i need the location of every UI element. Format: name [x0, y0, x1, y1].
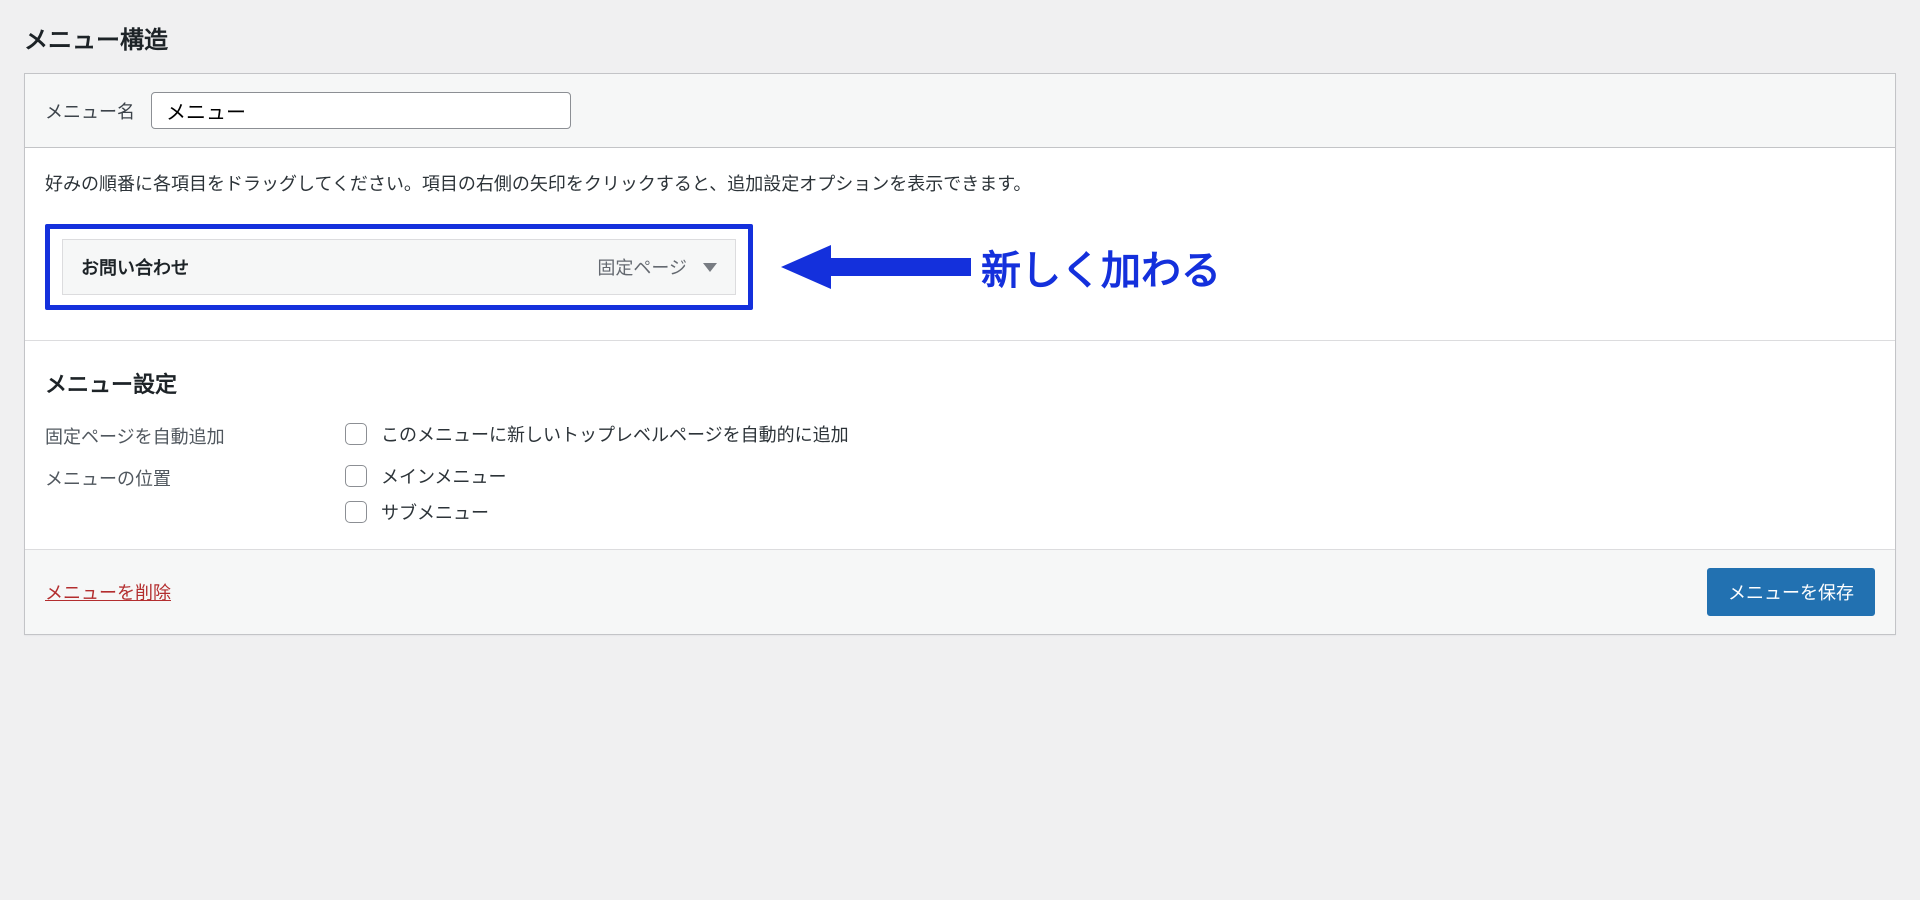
location-options: メインメニュー サブメニュー — [345, 463, 506, 525]
menu-settings-title: メニュー設定 — [45, 367, 1875, 399]
auto-add-checkbox-row[interactable]: このメニューに新しいトップレベルページを自動的に追加 — [345, 421, 849, 447]
menu-item-type-group: 固定ページ — [597, 254, 717, 280]
settings-row-auto-add: 固定ページを自動追加 このメニューに新しいトップレベルページを自動的に追加 — [45, 421, 1875, 449]
menu-name-label: メニュー名 — [45, 98, 135, 124]
location-option-sub[interactable]: サブメニュー — [345, 499, 506, 525]
chevron-down-icon[interactable] — [703, 263, 717, 272]
location-option-main[interactable]: メインメニュー — [345, 463, 506, 489]
location-label: メニューの位置 — [45, 463, 345, 491]
menu-structure-panel: メニュー名 好みの順番に各項目をドラッグしてください。項目の右側の矢印をクリック… — [24, 73, 1896, 635]
delete-menu-link[interactable]: メニューを削除 — [45, 579, 171, 605]
checkbox-icon[interactable] — [345, 501, 367, 523]
divider — [25, 340, 1895, 341]
save-menu-button[interactable]: メニューを保存 — [1707, 568, 1875, 616]
drag-instructions: 好みの順番に各項目をドラッグしてください。項目の右側の矢印をクリックすると、追加… — [45, 170, 1875, 196]
panel-footer: メニューを削除 メニューを保存 — [25, 549, 1895, 634]
panel-header: メニュー名 — [25, 74, 1895, 148]
location-option-sub-label: サブメニュー — [381, 499, 489, 525]
menu-name-input[interactable] — [151, 92, 571, 129]
menu-item-type-label: 固定ページ — [597, 254, 687, 280]
menu-item[interactable]: お問い合わせ 固定ページ — [62, 239, 736, 295]
annotation-arrow-group: 新しく加わる — [781, 238, 1221, 296]
menu-item-row: お問い合わせ 固定ページ 新しく加わる — [45, 224, 1875, 310]
annotation-text: 新しく加わる — [981, 238, 1221, 296]
auto-add-option-label: このメニューに新しいトップレベルページを自動的に追加 — [381, 421, 849, 447]
section-title: メニュー構造 — [24, 20, 1896, 55]
menu-item-title: お問い合わせ — [81, 254, 189, 280]
annotation-highlight-box: お問い合わせ 固定ページ — [45, 224, 753, 310]
location-option-main-label: メインメニュー — [381, 463, 506, 489]
settings-row-location: メニューの位置 メインメニュー サブメニュー — [45, 463, 1875, 525]
checkbox-icon[interactable] — [345, 423, 367, 445]
auto-add-options: このメニューに新しいトップレベルページを自動的に追加 — [345, 421, 849, 447]
checkbox-icon[interactable] — [345, 465, 367, 487]
auto-add-label: 固定ページを自動追加 — [45, 421, 345, 449]
arrow-left-icon — [781, 242, 971, 292]
panel-body: 好みの順番に各項目をドラッグしてください。項目の右側の矢印をクリックすると、追加… — [25, 148, 1895, 549]
